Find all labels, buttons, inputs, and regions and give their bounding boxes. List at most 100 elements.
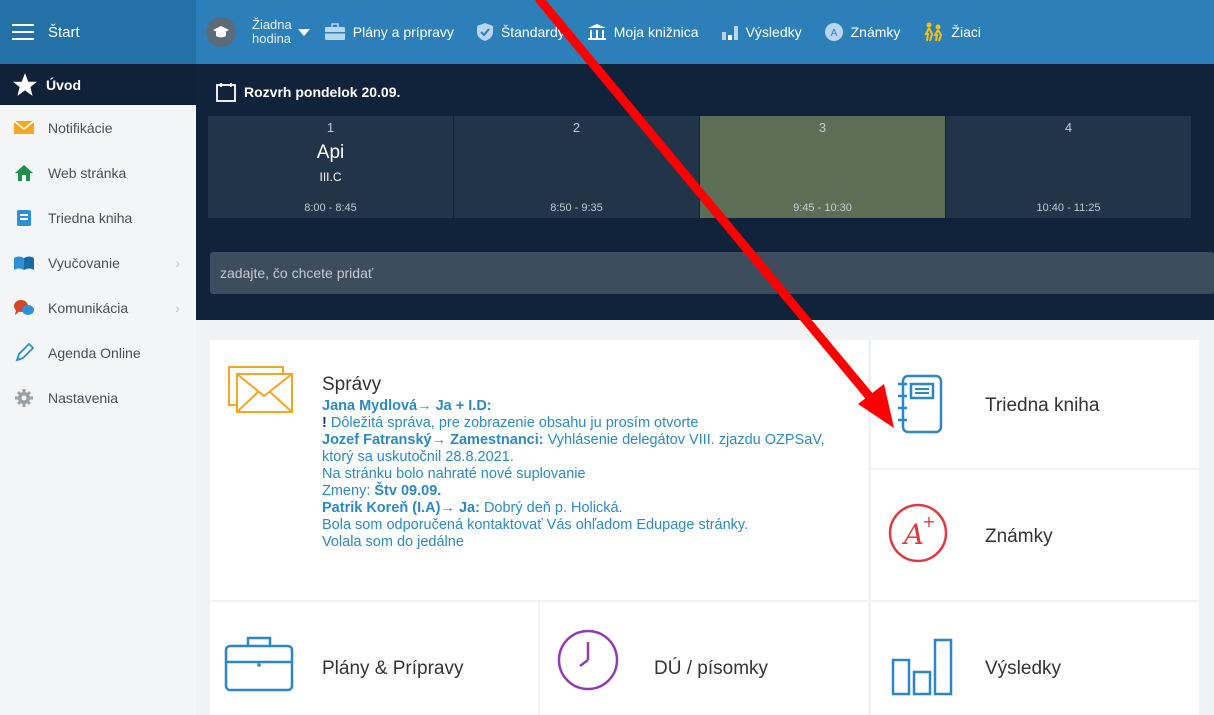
period-2[interactable]: 2 8:50 - 9:35 <box>454 116 699 218</box>
sidebar-item-notifikacie[interactable]: Notifikácie <box>0 105 196 150</box>
period-number: 2 <box>572 120 581 135</box>
sidebar-item-label: Nastavenia <box>48 389 119 406</box>
period-subject: Api <box>316 142 345 163</box>
briefcase-icon <box>224 632 294 697</box>
bar-chart-icon <box>891 636 953 701</box>
svg-text:A: A <box>830 28 837 39</box>
nav-plany-label: Plány a prípravy <box>352 24 454 40</box>
svg-text:+: + <box>922 512 935 531</box>
current-lesson-selector[interactable]: Žiadna hodina <box>252 18 292 46</box>
period-time: 9:45 - 10:30 <box>793 202 852 214</box>
sidebar-item-label: Notifikácie <box>48 119 113 136</box>
period-4[interactable]: 4 10:40 - 11:25 <box>946 116 1191 218</box>
students-icon <box>922 22 944 42</box>
chevron-right-icon: › <box>175 299 180 316</box>
period-3-current[interactable]: 3 9:45 - 10:30 <box>700 116 945 218</box>
nav-znamky[interactable]: A Známky <box>824 22 901 42</box>
exclamation-icon: ! <box>322 415 331 431</box>
sidebar-item-triedna-kniha[interactable]: Triedna kniha <box>0 195 196 240</box>
tile-triedna-kniha[interactable]: Triedna kniha <box>871 340 1199 468</box>
message-item[interactable]: Zmeny: Štv 09.09. <box>322 483 852 500</box>
add-item-input[interactable] <box>210 252 1214 294</box>
nav-plany[interactable]: Plány a prípravy <box>324 23 454 41</box>
tile-label: DÚ / písomky <box>654 658 769 679</box>
timetable-heading-label: Rozvrh pondelok 20.09. <box>244 84 401 100</box>
tile-znamky[interactable]: A + Známky <box>871 470 1199 600</box>
sidebar-item-uvod[interactable]: Úvod <box>0 64 196 105</box>
period-time: 10:40 - 11:25 <box>1036 202 1101 214</box>
sidebar-item-web[interactable]: Web stránka <box>0 150 196 195</box>
chevron-down-icon[interactable] <box>297 28 310 36</box>
messages-list: Jana Mydlová→ Ja + I.D: ! Dôležitá správ… <box>322 398 852 576</box>
chat-icon <box>12 299 36 317</box>
period-time: 8:50 - 9:35 <box>550 202 603 214</box>
tile-vysledky[interactable]: Výsledky <box>871 602 1199 715</box>
period-time: 8:00 - 8:45 <box>304 202 357 214</box>
envelope-icon <box>12 120 36 135</box>
start-menu-button[interactable]: Štart <box>0 0 196 64</box>
nav-standardy[interactable]: Štandardy <box>476 22 565 42</box>
messages-tile[interactable]: Správy Jana Mydlová→ Ja + I.D: ! Dôležit… <box>210 340 868 600</box>
lesson-line1: Žiadna <box>252 17 292 32</box>
timetable-heading[interactable]: Rozvrh pondelok 20.09. <box>216 82 400 102</box>
period-number: 4 <box>1064 120 1073 135</box>
tile-label: Výsledky <box>985 658 1062 679</box>
sidebar: Úvod Notifikácie Web stránka Triedna kni… <box>0 64 196 715</box>
sidebar-item-label: Úvod <box>46 76 81 93</box>
sidebar-item-komunikacia[interactable]: Komunikácia › <box>0 285 196 330</box>
open-book-icon <box>12 255 36 271</box>
pen-icon <box>12 342 36 363</box>
period-1[interactable]: 1 Api III.C 8:00 - 8:45 <box>208 116 453 218</box>
period-class: III.C <box>319 170 342 184</box>
nav-kniznica-label: Moja knižnica <box>613 24 699 40</box>
message-item[interactable]: Bola som odporučená kontaktovať Vás ohľa… <box>322 517 852 534</box>
message-sender: Patrik Koreň (I.A)→ Ja: <box>322 500 480 516</box>
nav-ziaci[interactable]: Žiaci <box>922 22 981 42</box>
chevron-right-icon: › <box>175 254 180 271</box>
graduation-cap-icon[interactable] <box>206 17 236 47</box>
notebook-icon <box>895 374 943 439</box>
message-item[interactable]: Patrik Koreň (I.A)→ Ja: Dobrý deň p. Hol… <box>322 500 852 517</box>
tile-label: Triedna kniha <box>985 395 1100 416</box>
gear-icon <box>12 388 36 408</box>
nav-znamky-label: Známky <box>850 24 901 40</box>
sidebar-item-label: Vyučovanie <box>48 254 120 271</box>
message-text: Dobrý deň p. Holická. <box>483 500 623 516</box>
nav-vysledky-label: Výsledky <box>745 24 802 40</box>
sidebar-item-label: Web stránka <box>48 164 127 181</box>
lesson-line2: hodina <box>252 31 292 46</box>
sidebar-item-nastavenia[interactable]: Nastavenia <box>0 375 196 420</box>
top-bar: Štart Žiadna hodina Plány a prípravy Šta… <box>0 0 1214 64</box>
sidebar-item-agenda-online[interactable]: Agenda Online <box>0 330 196 375</box>
period-number: 1 <box>326 120 335 135</box>
nav-ziaci-label: Žiaci <box>951 24 981 40</box>
sidebar-item-vyucovanie[interactable]: Vyučovanie › <box>0 240 196 285</box>
clock-icon <box>556 628 620 697</box>
message-changes-label: Zmeny: <box>322 483 371 499</box>
timetable-panel: Rozvrh pondelok 20.09. 1 Api III.C 8:00 … <box>196 64 1214 320</box>
tile-plany[interactable]: Plány & Prípravy <box>210 602 538 715</box>
message-sender: Jana Mydlová→ Ja + I.D: <box>322 398 492 414</box>
message-item[interactable]: Volala som do jedálne <box>322 534 852 551</box>
messages-title: Správy <box>322 374 382 395</box>
top-nav: Žiadna hodina Plány a prípravy Štandardy… <box>196 0 1214 64</box>
message-item[interactable]: ! Dôležitá správa, pre zobrazenie obsahu… <box>322 415 852 432</box>
message-item[interactable]: Jana Mydlová→ Ja + I.D: <box>322 398 852 415</box>
grade-icon: A <box>824 22 844 42</box>
start-title: Štart <box>48 23 80 41</box>
envelope-icon <box>228 366 294 419</box>
book-icon <box>12 209 36 227</box>
hamburger-icon[interactable] <box>12 24 34 40</box>
nav-vysledky[interactable]: Výsledky <box>721 24 802 40</box>
message-text: Bola som odporučená kontaktovať Vás ohľa… <box>322 517 749 533</box>
message-text: Na stránku bolo nahraté nové suplovanie <box>322 466 586 482</box>
period-number: 3 <box>818 120 827 135</box>
message-item[interactable]: Jozef Fatranský→ Zamestnanci: Vyhlásenie… <box>322 432 852 466</box>
calendar-icon <box>216 82 236 102</box>
shield-check-icon <box>476 22 494 42</box>
sidebar-item-label: Agenda Online <box>48 344 141 361</box>
message-item[interactable]: Na stránku bolo nahraté nové suplovanie <box>322 466 852 483</box>
nav-kniznica[interactable]: Moja knižnica <box>587 23 699 41</box>
tile-du-pisomky[interactable]: DÚ / písomky <box>540 602 868 715</box>
star-icon <box>12 72 38 98</box>
